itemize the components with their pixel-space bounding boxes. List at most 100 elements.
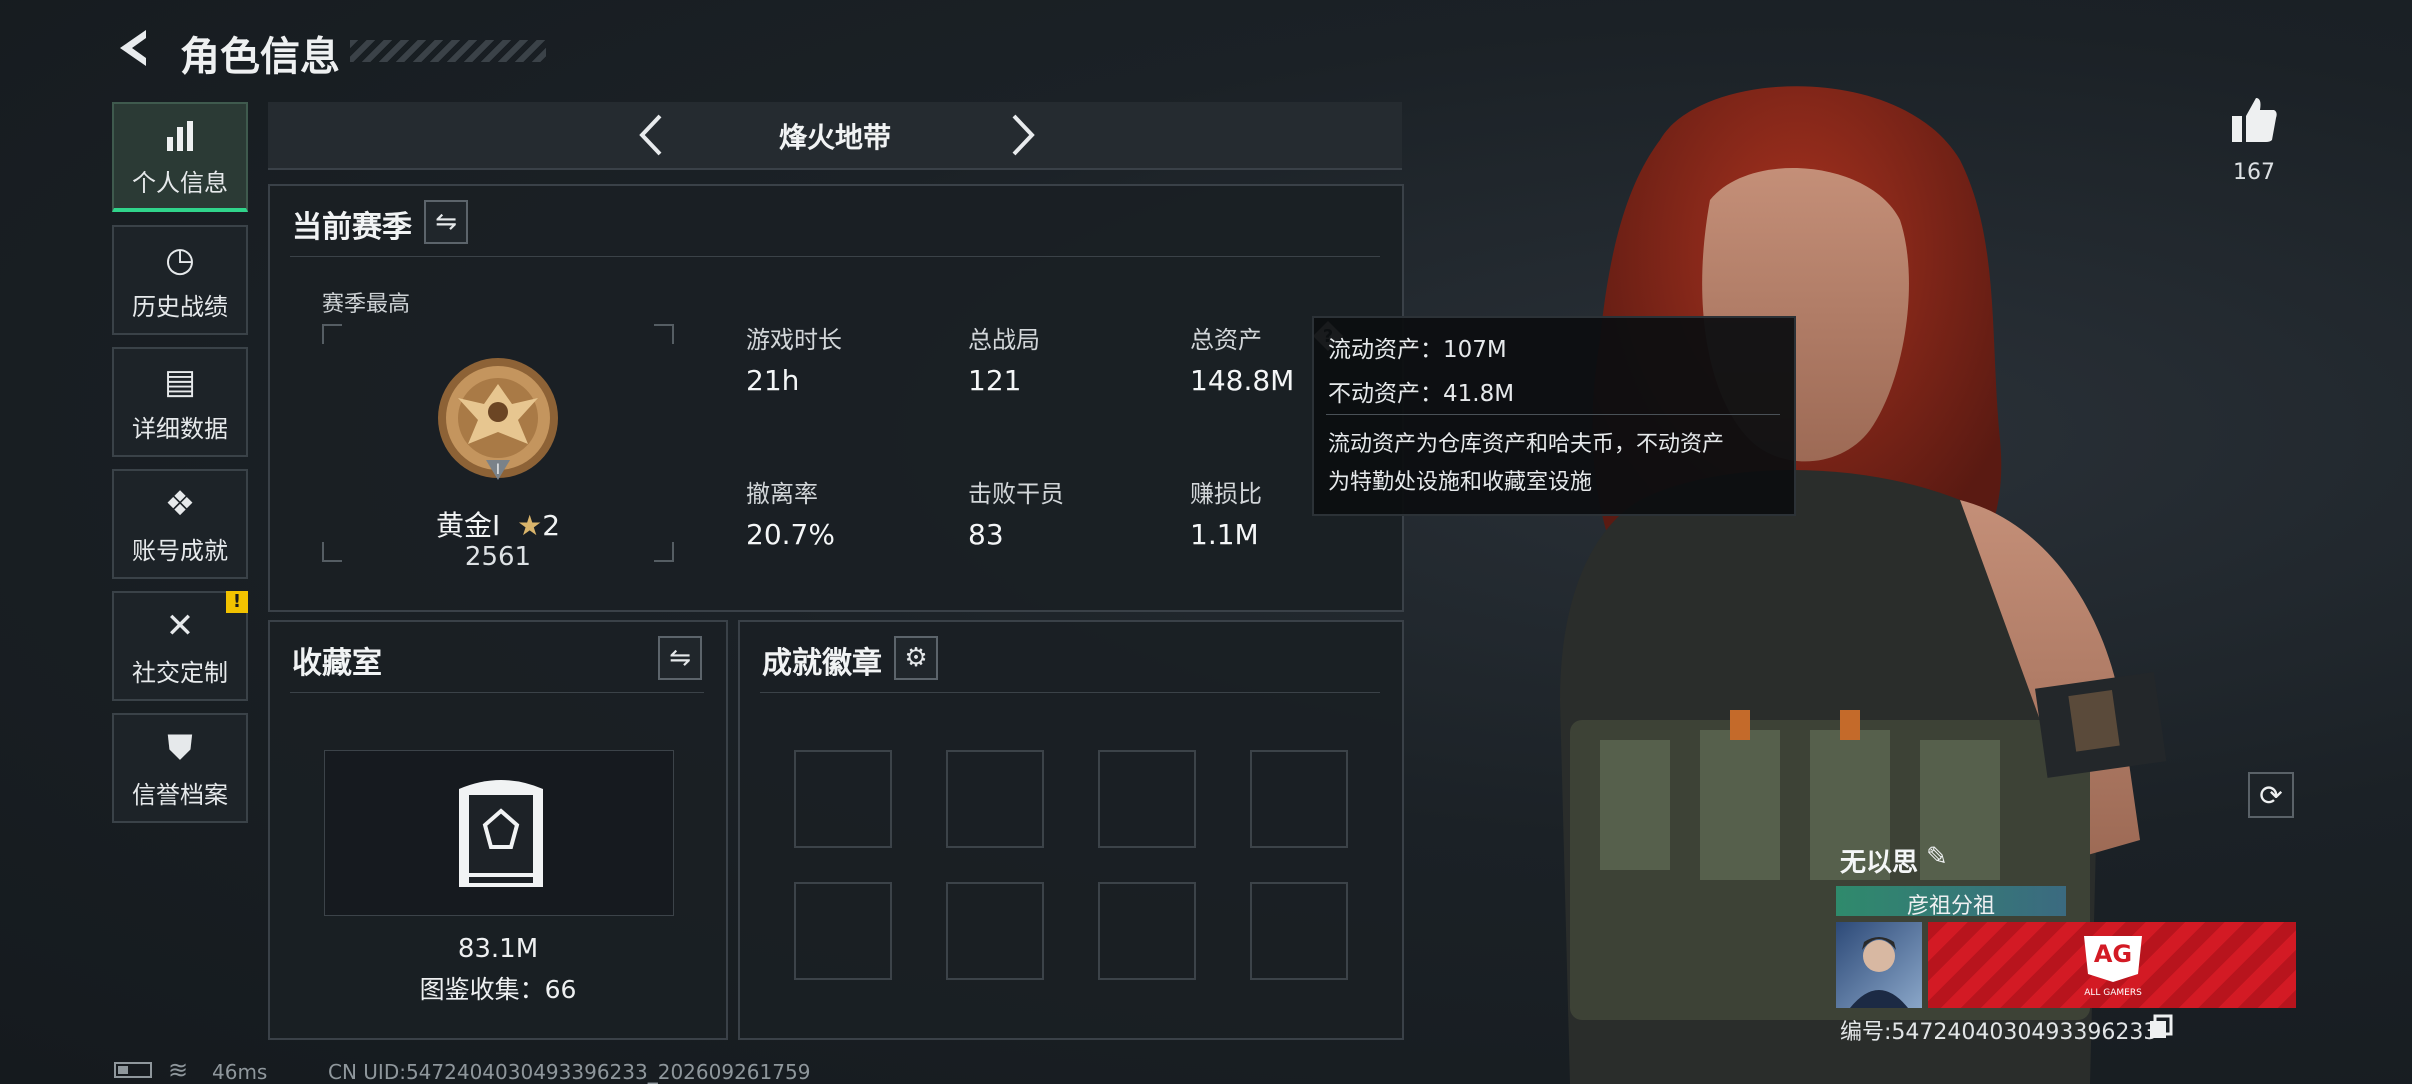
tooltip-description-line1: 流动资产为仓库资产和哈夫币，不动资产 bbox=[1328, 432, 1725, 457]
panel-title: 收藏室 bbox=[292, 646, 382, 681]
player-title: 彦祖分祖 bbox=[1906, 894, 1995, 919]
mode-selector: 烽火地带 bbox=[268, 102, 1402, 170]
team-logo: AG bbox=[2078, 934, 2148, 984]
badge-slot[interactable] bbox=[1250, 882, 1348, 980]
panel-title: 成就徽章 bbox=[762, 646, 882, 681]
badge-slot[interactable] bbox=[1098, 882, 1196, 980]
frame-corner bbox=[654, 324, 674, 344]
team-logo-subtext: ALL GAMERS bbox=[2084, 988, 2142, 998]
player-title-bar: 彦祖分祖 bbox=[1836, 886, 2066, 919]
sidebar-item-social-custom[interactable]: ✕ 社交定制 ! bbox=[112, 591, 248, 701]
stat-value-extraction-rate: 20.7% bbox=[746, 518, 835, 551]
badge-slot[interactable] bbox=[1098, 750, 1196, 848]
stat-label-operators-defeated: 击败干员 bbox=[968, 480, 1064, 508]
sidebar-item-label: 详细数据 bbox=[132, 414, 228, 443]
collection-room-panel: 收藏室 ⇋ 83.1M 图鉴收集：66 bbox=[268, 620, 728, 1040]
stat-label-total-matches: 总战局 bbox=[968, 326, 1040, 354]
stat-value-total-assets: 148.8M bbox=[1190, 364, 1295, 397]
assets-tooltip: 流动资产：107M 不动资产：41.8M 流动资产为仓库资产和哈夫币，不动资产 … bbox=[1312, 316, 1796, 516]
sidebar-item-credit-profile[interactable]: ⛊ 信誉档案 bbox=[112, 713, 248, 823]
tools-icon: ✕ bbox=[165, 605, 195, 646]
sidebar-item-match-history[interactable]: ◷ 历史战绩 bbox=[112, 225, 248, 335]
achievement-badges-panel: 成就徽章 ⚙ bbox=[738, 620, 1404, 1040]
bar-chart-icon bbox=[167, 120, 193, 151]
sidebar-item-personal-info[interactable]: 个人信息 bbox=[112, 102, 248, 212]
sidebar-item-label: 历史战绩 bbox=[132, 292, 228, 321]
divider bbox=[290, 692, 704, 693]
badge-slot[interactable] bbox=[946, 750, 1044, 848]
collection-preview[interactable] bbox=[324, 750, 674, 916]
sidebar-item-label: 个人信息 bbox=[132, 168, 228, 197]
thumbs-up-icon bbox=[2232, 98, 2277, 142]
page-title: 角色信息 bbox=[180, 34, 340, 80]
star-icon: ★ bbox=[517, 509, 543, 542]
stat-value-profit-loss: 1.1M bbox=[1190, 518, 1259, 551]
edit-name-button[interactable]: ✎ bbox=[1926, 842, 1948, 872]
refresh-icon: ⟳ bbox=[2259, 778, 2283, 812]
stat-label-profit-loss: 赚损比 bbox=[1190, 480, 1262, 508]
like-button[interactable] bbox=[2228, 94, 2280, 146]
alert-badge: ! bbox=[226, 591, 248, 613]
stat-value-playtime: 21h bbox=[746, 364, 800, 397]
mode-label: 烽火地带 bbox=[778, 121, 891, 154]
achievement-icon: ❖ bbox=[164, 483, 196, 524]
collection-cabinet-icon bbox=[459, 780, 543, 887]
stat-label-total-assets: 总资产 bbox=[1190, 326, 1262, 354]
like-count: 167 bbox=[2233, 160, 2275, 185]
stat-value-total-matches: 121 bbox=[968, 364, 1022, 397]
next-mode-button[interactable] bbox=[996, 110, 1046, 160]
collection-value: 83.1M bbox=[457, 934, 539, 964]
sidebar-item-label: 社交定制 bbox=[132, 658, 228, 687]
player-card: 无以思 ✎ 彦祖分祖 AG ALL GAMERS 编号:547240403049… bbox=[1836, 842, 2296, 1054]
copy-id-button[interactable] bbox=[2148, 1014, 2174, 1040]
stat-label-extraction-rate: 撤离率 bbox=[746, 480, 818, 508]
frame-corner bbox=[322, 324, 342, 344]
back-arrow-icon bbox=[120, 30, 146, 66]
folder-icon: ▤ bbox=[163, 361, 197, 402]
sidebar-item-label: 信誉档案 bbox=[132, 780, 228, 809]
tooltip-divider bbox=[1326, 414, 1780, 415]
shield-icon: ⛊ bbox=[167, 727, 193, 768]
catalog-collected: 图鉴收集：66 bbox=[419, 975, 577, 1004]
current-season-panel: 当前赛季 ⇋ 赛季最高 Ⅰ 黄金Ⅰ ★2 2561 游戏时长 21h 总战局 1… bbox=[268, 184, 1404, 612]
uid-text: CN UID:5472404030493396233_202609261759 bbox=[328, 1060, 811, 1084]
switch-collection-button[interactable]: ⇋ bbox=[658, 636, 702, 680]
divider bbox=[290, 256, 1380, 257]
back-button[interactable] bbox=[112, 24, 160, 72]
tooltip-fixed-assets: 不动资产：41.8M bbox=[1328, 381, 1515, 407]
title-stripes bbox=[350, 40, 546, 62]
panel-title: 当前赛季 bbox=[292, 210, 412, 245]
rank-stars: 2 bbox=[542, 509, 561, 542]
sidebar-item-achievements[interactable]: ❖ 账号成就 bbox=[112, 469, 248, 579]
team-logo-text: AG bbox=[2093, 940, 2133, 968]
badge-settings-button[interactable]: ⚙ bbox=[894, 636, 938, 680]
badge-slot[interactable] bbox=[794, 750, 892, 848]
rotate-model-button[interactable]: ⟳ bbox=[2248, 772, 2294, 818]
battery-icon bbox=[114, 1062, 152, 1078]
badge-slot[interactable] bbox=[794, 882, 892, 980]
pencil-icon: ✎ bbox=[1926, 842, 1948, 872]
switch-icon: ⇋ bbox=[669, 643, 691, 673]
ping-value: 46ms bbox=[212, 1060, 268, 1084]
switch-season-button[interactable]: ⇋ bbox=[424, 200, 468, 244]
gear-icon: ⚙ bbox=[904, 643, 928, 673]
rank-score: 2561 bbox=[464, 542, 532, 572]
stat-label-playtime: 游戏时长 bbox=[746, 326, 842, 354]
clock-icon: ◷ bbox=[165, 239, 195, 280]
player-id: 编号:5472404030493396233 bbox=[1840, 1020, 2158, 1045]
divider bbox=[760, 692, 1380, 693]
badge-slot[interactable] bbox=[946, 882, 1044, 980]
season-best-label: 赛季最高 bbox=[322, 292, 411, 317]
badge-slot[interactable] bbox=[1250, 750, 1348, 848]
rank-numeral: Ⅰ bbox=[496, 462, 500, 478]
tooltip-liquid-assets: 流动资产：107M bbox=[1328, 337, 1507, 363]
copy-icon bbox=[2150, 1014, 2173, 1038]
team-banner: AG ALL GAMERS bbox=[1928, 922, 2296, 1008]
avatar[interactable] bbox=[1836, 922, 1922, 1008]
tooltip-description-line2: 为特勤处设施和收藏室设施 bbox=[1328, 470, 1593, 495]
wifi-icon: ≋ bbox=[168, 1056, 189, 1084]
sidebar-item-detailed-data[interactable]: ▤ 详细数据 bbox=[112, 347, 248, 457]
player-name: 无以思 bbox=[1840, 848, 1919, 878]
chevron-right-icon bbox=[1012, 114, 1035, 156]
rank-line: 黄金Ⅰ ★2 bbox=[330, 504, 666, 544]
